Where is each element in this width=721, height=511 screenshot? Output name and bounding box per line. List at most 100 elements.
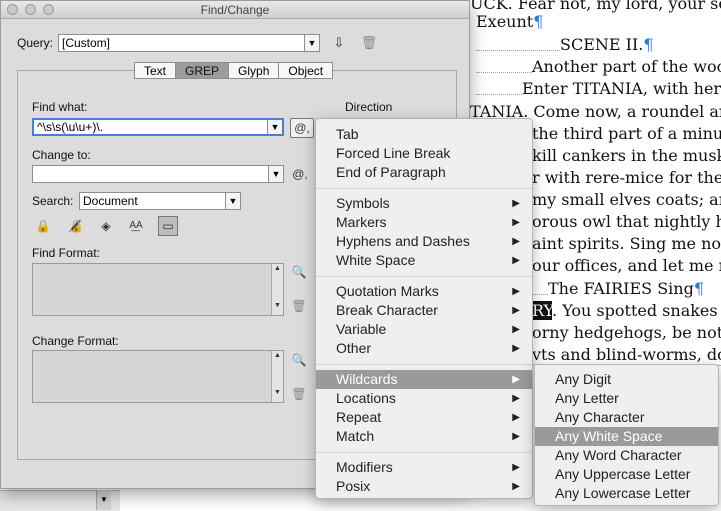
menu-separator xyxy=(316,364,532,365)
wildcards-submenu: Any Digit Any Letter Any Character Any W… xyxy=(534,364,719,506)
direction-label: Direction xyxy=(342,100,396,114)
scroll-down-arrow[interactable]: ▼ xyxy=(96,490,111,510)
dialog-titlebar: Find/Change xyxy=(1,1,469,19)
change-to-field[interactable]: ▼ xyxy=(32,165,284,183)
menu-item-wildcards[interactable]: Wildcards ▶ xyxy=(316,370,532,389)
special-characters-for-search-button[interactable]: @, xyxy=(290,118,314,138)
save-query-icon[interactable]: ⇩ xyxy=(329,34,349,52)
submenu-item-any-lowercase-letter[interactable]: Any Lowercase Letter xyxy=(535,484,718,503)
include-locked-layers-icon[interactable]: 🔒 xyxy=(34,217,52,235)
menu-separator xyxy=(316,276,532,277)
find-what-field[interactable]: ^\s\s(\u\u+)\. ▼ xyxy=(32,118,284,136)
special-characters-for-replace-button[interactable]: @, xyxy=(290,165,310,183)
submenu-item-any-word-character[interactable]: Any Word Character xyxy=(535,446,718,465)
search-scope-select[interactable]: Document ▼ xyxy=(79,192,241,210)
submenu-item-any-letter[interactable]: Any Letter xyxy=(535,389,718,408)
submenu-arrow-icon: ▶ xyxy=(512,286,520,297)
pilcrow-icon: ¶ xyxy=(533,12,544,31)
doc-line: kill cankers in the musk- xyxy=(532,146,721,165)
submenu-arrow-icon: ▶ xyxy=(512,324,520,335)
menu-item-markers[interactable]: Markers ▶ xyxy=(316,213,532,232)
search-type-tabs: Text GREP Glyph Object xyxy=(134,62,334,79)
tab-glyph[interactable]: Glyph xyxy=(229,62,280,79)
menu-item-match[interactable]: Match ▶ xyxy=(316,427,532,446)
search-label: Search: xyxy=(32,194,74,208)
change-to-label: Change to: xyxy=(32,148,91,162)
menu-item-end-of-paragraph[interactable]: End of Paragraph xyxy=(316,163,532,182)
submenu-arrow-icon: ▶ xyxy=(512,431,520,442)
menu-item-forced-line-break[interactable]: Forced Line Break xyxy=(316,144,532,163)
include-footnotes-icon[interactable]: ▭ xyxy=(158,216,178,236)
tab-object[interactable]: Object xyxy=(279,62,334,79)
change-format-scrollbar[interactable]: ▲ ▼ xyxy=(271,351,283,402)
find-format-label: Find Format: xyxy=(32,246,101,260)
chevron-down-icon: ▼ xyxy=(267,120,282,134)
submenu-arrow-icon: ▶ xyxy=(512,481,520,492)
clear-change-format-trash-icon[interactable]: 🗑 xyxy=(290,385,308,403)
include-hidden-layers-icon[interactable]: ◈ xyxy=(97,217,115,235)
menu-separator xyxy=(316,188,532,189)
tab-text[interactable]: Text xyxy=(134,62,177,79)
menu-item-repeat[interactable]: Repeat ▶ xyxy=(316,408,532,427)
change-format-label: Change Format: xyxy=(32,334,119,348)
doc-line: vts and blind-worms, do xyxy=(532,345,721,364)
pilcrow-icon: ¶ xyxy=(643,35,654,54)
menu-item-break-character[interactable]: Break Character ▶ xyxy=(316,301,532,320)
menu-item-variable[interactable]: Variable ▶ xyxy=(316,320,532,339)
submenu-arrow-icon: ▶ xyxy=(512,255,520,266)
submenu-arrow-icon: ▶ xyxy=(512,462,520,473)
submenu-item-any-uppercase-letter[interactable]: Any Uppercase Letter xyxy=(535,465,718,484)
include-locked-stories-icon[interactable]: 🔏 xyxy=(66,217,84,235)
specify-find-format-icon[interactable]: 🔍 xyxy=(290,263,308,281)
tab-leader xyxy=(476,41,560,51)
doc-line: Exeunt¶ xyxy=(476,12,544,31)
query-select[interactable]: [Custom] ▼ xyxy=(58,34,320,52)
menu-item-symbols[interactable]: Symbols ▶ xyxy=(316,194,532,213)
doc-line: r with rere-mice for thei xyxy=(532,168,721,187)
tab-leader xyxy=(532,285,548,295)
menu-item-hyphens-and-dashes[interactable]: Hyphens and Dashes ▶ xyxy=(316,232,532,251)
submenu-item-any-white-space[interactable]: Any White Space xyxy=(535,427,718,446)
trash-icon[interactable]: 🗑 xyxy=(359,34,379,52)
change-format-box[interactable]: ▲ ▼ xyxy=(32,350,284,403)
include-master-pages-icon[interactable]: A͟A xyxy=(127,217,145,235)
specify-change-format-icon[interactable]: 🔍 xyxy=(290,351,308,369)
find-format-box[interactable]: ▲ ▼ xyxy=(32,263,284,316)
menu-item-locations[interactable]: Locations ▶ xyxy=(316,389,532,408)
doc-line: The FAIRIES Sing¶ xyxy=(532,279,704,298)
tab-leader xyxy=(476,85,522,95)
menu-separator xyxy=(316,452,532,453)
tab-grep[interactable]: GREP xyxy=(176,62,230,79)
menu-item-white-space[interactable]: White Space ▶ xyxy=(316,251,532,270)
doc-line: SCENE II.¶ xyxy=(476,35,654,54)
chevron-down-icon: ▼ xyxy=(304,35,319,51)
tab-leader xyxy=(476,63,532,73)
menu-item-modifiers[interactable]: Modifiers ▶ xyxy=(316,458,532,477)
clear-find-format-trash-icon[interactable]: 🗑 xyxy=(290,297,308,315)
search-scope-value: Document xyxy=(83,194,138,208)
submenu-arrow-icon: ▶ xyxy=(512,343,520,354)
doc-line: Another part of the wood xyxy=(476,57,721,76)
doc-line: the third part of a minu xyxy=(532,124,721,143)
doc-line: orny hedgehogs, be not se xyxy=(532,323,721,342)
submenu-arrow-icon: ▶ xyxy=(512,305,520,316)
find-format-scrollbar[interactable]: ▲ ▼ xyxy=(271,264,283,315)
submenu-item-any-character[interactable]: Any Character xyxy=(535,408,718,427)
query-value: [Custom] xyxy=(62,36,111,50)
menu-item-tab[interactable]: Tab xyxy=(316,125,532,144)
menu-item-posix[interactable]: Posix ▶ xyxy=(316,477,532,496)
submenu-item-any-digit[interactable]: Any Digit xyxy=(535,370,718,389)
find-what-value: ^\s\s(\u\u+)\. xyxy=(37,120,103,134)
query-label: Query: xyxy=(17,36,54,50)
doc-line: orous owl that nightly ho xyxy=(532,212,721,231)
chevron-down-icon: ▼ xyxy=(225,193,240,209)
submenu-arrow-icon: ▶ xyxy=(512,217,520,228)
dialog-title: Find/Change xyxy=(200,3,270,17)
doc-line: RY. You spotted snakes w xyxy=(532,301,721,320)
submenu-arrow-icon: ▶ xyxy=(512,393,520,404)
menu-item-quotation-marks[interactable]: Quotation Marks ▶ xyxy=(316,282,532,301)
menu-item-other[interactable]: Other ▶ xyxy=(316,339,532,358)
special-characters-menu: Tab Forced Line Break End of Paragraph S… xyxy=(315,118,533,499)
submenu-arrow-icon: ▶ xyxy=(512,374,520,385)
find-what-label: Find what: xyxy=(32,100,88,114)
